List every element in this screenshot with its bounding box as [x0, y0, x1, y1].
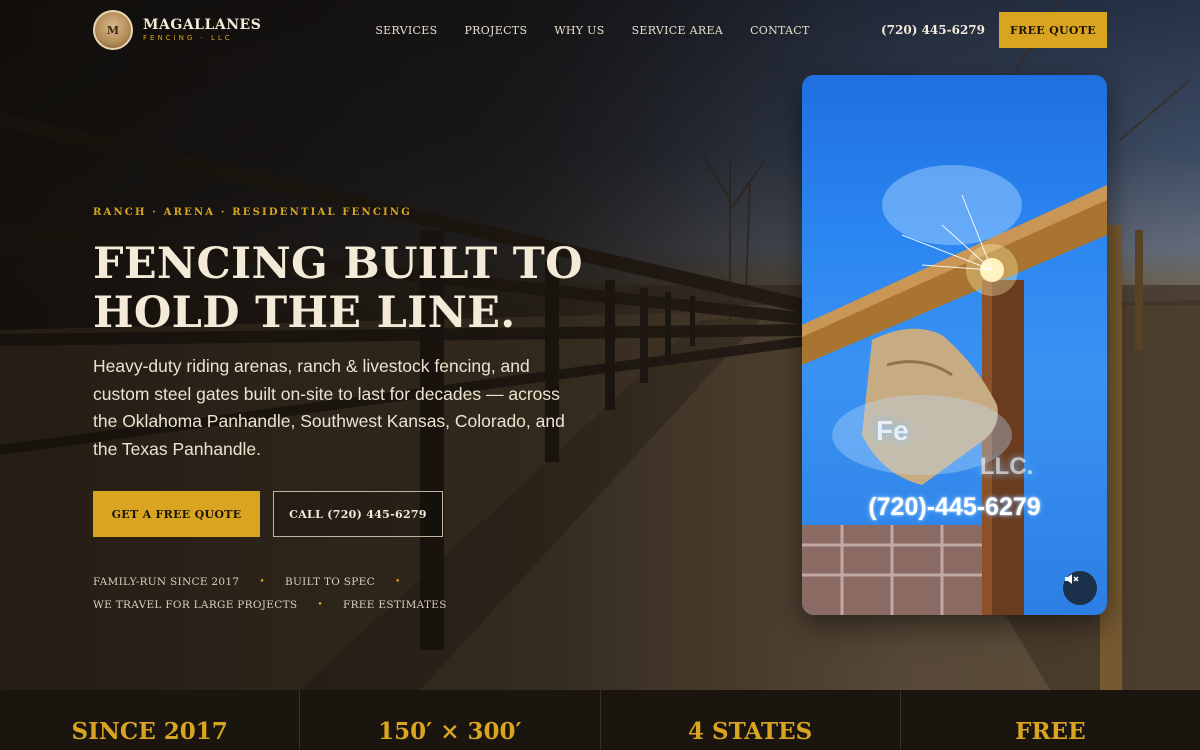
nav-link-projects[interactable]: PROJECTS — [464, 24, 527, 37]
nav-link-why-us[interactable]: WHY US — [554, 24, 604, 37]
stat-value: FREE — [1015, 718, 1086, 745]
call-phone-button[interactable]: CALL (720) 445-6279 — [273, 491, 443, 537]
nav-link-service-area[interactable]: SERVICE AREA — [632, 24, 724, 37]
bullet-dot-icon: • — [317, 599, 324, 610]
stat-value: SINCE 2017 — [71, 718, 228, 745]
headline-line-1: FENCING BUILT TO — [93, 239, 583, 289]
stat-item: 150′ × 300′ — [300, 690, 601, 750]
trust-point: WE TRAVEL FOR LARGE PROJECTS — [93, 598, 298, 611]
welding-video-frame — [802, 165, 1107, 615]
trust-point: BUILT TO SPEC — [284, 575, 375, 588]
free-quote-button[interactable]: FREE QUOTE — [999, 12, 1107, 48]
bullet-dot-icon: • — [394, 576, 401, 587]
stat-value: 150′ × 300′ — [378, 718, 522, 745]
get-free-quote-button[interactable]: GET A FREE QUOTE — [93, 491, 260, 537]
video-overlay-text: Fe — [876, 415, 909, 446]
trust-row: WE TRAVEL FOR LARGE PROJECTS • FREE ESTI… — [93, 593, 473, 616]
trust-point: FREE ESTIMATES — [343, 598, 447, 611]
main-nav: SERVICES PROJECTS WHY US SERVICE AREA CO… — [375, 24, 809, 37]
trust-point: FAMILY-RUN SINCE 2017 — [93, 575, 240, 588]
trust-row: FAMILY-RUN SINCE 2017 • BUILT TO SPEC • — [93, 570, 473, 593]
logo[interactable]: M MAGALLANES FENCING · LLC — [93, 10, 261, 50]
stat-item: SINCE 2017 — [0, 690, 301, 750]
header-phone-link[interactable]: (720) 445-6279 — [881, 23, 985, 37]
hero-description: Heavy-duty riding arenas, ranch & livest… — [93, 356, 565, 459]
stats-strip: SINCE 2017 150′ × 300′ 4 STATES FREE — [0, 690, 1200, 750]
logo-name: MAGALLANES — [143, 17, 262, 33]
stat-item: FREE — [901, 690, 1200, 750]
nav-link-contact[interactable]: CONTACT — [750, 24, 810, 37]
hero-eyebrow: RANCH · ARENA · RESIDENTIAL FENCING — [93, 207, 412, 218]
hero-headline: FENCING BUILT TO HOLD THE LINE. — [93, 240, 613, 338]
bullet-dot-icon: • — [259, 576, 265, 587]
video-overlay-text: LLC. — [980, 453, 1034, 480]
muted-speaker-icon — [1065, 574, 1079, 584]
trust-points: FAMILY-RUN SINCE 2017 • BUILT TO SPEC • … — [93, 570, 473, 616]
logo-text: MAGALLANES FENCING · LLC — [143, 18, 261, 42]
site-header: M MAGALLANES FENCING · LLC SERVICES PROJ… — [0, 0, 1200, 60]
logo-subtitle: FENCING · LLC — [143, 34, 233, 42]
nav-link-services[interactable]: SERVICES — [375, 24, 437, 37]
video-phone-text: (720)-445-6279 — [868, 493, 1041, 521]
stat-value: 4 STATES — [687, 718, 813, 745]
mute-toggle-button[interactable] — [1063, 571, 1097, 605]
headline-line-2: HOLD THE LINE. — [93, 288, 516, 338]
welding-video-card[interactable]: Fe LLC. (720)-445-6279 — [802, 75, 1107, 615]
logo-badge-icon: M — [93, 10, 133, 50]
stat-item: 4 STATES — [601, 690, 901, 750]
